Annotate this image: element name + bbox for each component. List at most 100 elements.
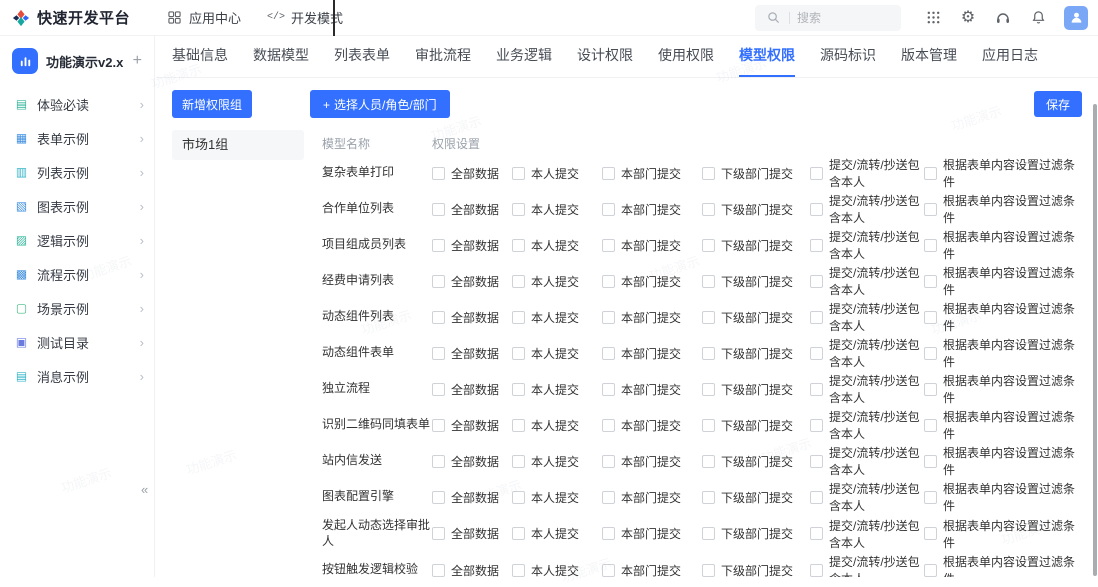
checkbox[interactable]: [512, 347, 525, 360]
checkbox[interactable]: [702, 455, 715, 468]
checkbox[interactable]: [602, 203, 615, 216]
checkbox[interactable]: [432, 203, 445, 216]
checkbox[interactable]: [512, 527, 525, 540]
checkbox[interactable]: [924, 239, 937, 252]
apps-icon[interactable]: [924, 9, 942, 27]
checkbox[interactable]: [602, 419, 615, 432]
tab-1[interactable]: 数据模型: [253, 36, 309, 77]
user-avatar[interactable]: [1064, 6, 1088, 30]
sidebar-item-1[interactable]: ▦表单示例›: [0, 121, 154, 155]
sidebar-item-8[interactable]: ▤消息示例›: [0, 359, 154, 393]
checkbox[interactable]: [512, 564, 525, 577]
checkbox[interactable]: [924, 383, 937, 396]
checkbox[interactable]: [602, 311, 615, 324]
checkbox[interactable]: [512, 383, 525, 396]
tab-8[interactable]: 源码标识: [820, 36, 876, 77]
checkbox[interactable]: [602, 383, 615, 396]
tab-3[interactable]: 审批流程: [415, 36, 471, 77]
tab-0[interactable]: 基础信息: [172, 36, 228, 77]
app-logo[interactable]: 快速开发平台: [0, 7, 155, 28]
checkbox[interactable]: [924, 347, 937, 360]
checkbox[interactable]: [602, 167, 615, 180]
checkbox[interactable]: [810, 527, 823, 540]
checkbox[interactable]: [924, 564, 937, 577]
checkbox[interactable]: [810, 383, 823, 396]
tab-9[interactable]: 版本管理: [901, 36, 957, 77]
checkbox[interactable]: [512, 239, 525, 252]
checkbox[interactable]: [512, 203, 525, 216]
checkbox[interactable]: [810, 203, 823, 216]
checkbox[interactable]: [432, 564, 445, 577]
sidebar-item-0[interactable]: ▤体验必读›: [0, 87, 154, 121]
checkbox[interactable]: [702, 275, 715, 288]
new-permission-group-button[interactable]: 新增权限组: [172, 90, 252, 118]
checkbox[interactable]: [702, 203, 715, 216]
checkbox[interactable]: [810, 347, 823, 360]
checkbox[interactable]: [810, 419, 823, 432]
sidebar-item-4[interactable]: ▨逻辑示例›: [0, 223, 154, 257]
checkbox[interactable]: [602, 239, 615, 252]
checkbox[interactable]: [432, 527, 445, 540]
checkbox[interactable]: [432, 347, 445, 360]
checkbox[interactable]: [810, 167, 823, 180]
checkbox[interactable]: [702, 383, 715, 396]
checkbox[interactable]: [602, 275, 615, 288]
checkbox[interactable]: [702, 419, 715, 432]
checkbox[interactable]: [810, 564, 823, 577]
checkbox[interactable]: [602, 347, 615, 360]
checkbox[interactable]: [602, 491, 615, 504]
nav-app-center[interactable]: 应用中心: [165, 8, 241, 27]
nav-dev-mode[interactable]: </> 开发模式: [267, 8, 343, 27]
checkbox[interactable]: [602, 527, 615, 540]
tab-2[interactable]: 列表表单: [334, 36, 390, 77]
sidebar-item-5[interactable]: ▩流程示例›: [0, 257, 154, 291]
sidebar-item-6[interactable]: ▢场景示例›: [0, 291, 154, 325]
add-app-button[interactable]: +: [133, 53, 142, 69]
checkbox[interactable]: [702, 239, 715, 252]
checkbox[interactable]: [432, 311, 445, 324]
checkbox[interactable]: [924, 275, 937, 288]
checkbox[interactable]: [432, 239, 445, 252]
checkbox[interactable]: [924, 491, 937, 504]
checkbox[interactable]: [432, 491, 445, 504]
vertical-scrollbar[interactable]: [1093, 104, 1097, 576]
checkbox[interactable]: [702, 167, 715, 180]
checkbox[interactable]: [924, 455, 937, 468]
checkbox[interactable]: [512, 275, 525, 288]
sidebar-collapse-button[interactable]: «: [141, 482, 148, 497]
checkbox[interactable]: [810, 311, 823, 324]
save-button[interactable]: 保存: [1034, 91, 1082, 117]
checkbox[interactable]: [924, 203, 937, 216]
checkbox[interactable]: [512, 491, 525, 504]
checkbox[interactable]: [512, 167, 525, 180]
tab-6[interactable]: 使用权限: [658, 36, 714, 77]
checkbox[interactable]: [432, 383, 445, 396]
select-member-button[interactable]: +选择人员/角色/部门: [310, 90, 450, 118]
checkbox[interactable]: [702, 564, 715, 577]
checkbox[interactable]: [432, 419, 445, 432]
checkbox[interactable]: [702, 311, 715, 324]
checkbox[interactable]: [810, 455, 823, 468]
checkbox[interactable]: [810, 239, 823, 252]
settings-gear-icon[interactable]: ⚙: [959, 9, 977, 27]
group-list-item[interactable]: 市场1组: [172, 130, 304, 160]
checkbox[interactable]: [810, 275, 823, 288]
checkbox[interactable]: [432, 167, 445, 180]
checkbox[interactable]: [924, 167, 937, 180]
checkbox[interactable]: [924, 419, 937, 432]
tab-4[interactable]: 业务逻辑: [496, 36, 552, 77]
checkbox[interactable]: [602, 564, 615, 577]
checkbox[interactable]: [602, 455, 615, 468]
checkbox[interactable]: [432, 275, 445, 288]
checkbox[interactable]: [432, 455, 445, 468]
checkbox[interactable]: [512, 455, 525, 468]
sidebar-item-2[interactable]: ▥列表示例›: [0, 155, 154, 189]
checkbox[interactable]: [924, 527, 937, 540]
checkbox[interactable]: [924, 311, 937, 324]
checkbox[interactable]: [702, 527, 715, 540]
checkbox[interactable]: [512, 311, 525, 324]
tab-7[interactable]: 模型权限: [739, 36, 795, 77]
notifications-bell-icon[interactable]: [1029, 9, 1047, 27]
tab-5[interactable]: 设计权限: [577, 36, 633, 77]
checkbox[interactable]: [512, 419, 525, 432]
